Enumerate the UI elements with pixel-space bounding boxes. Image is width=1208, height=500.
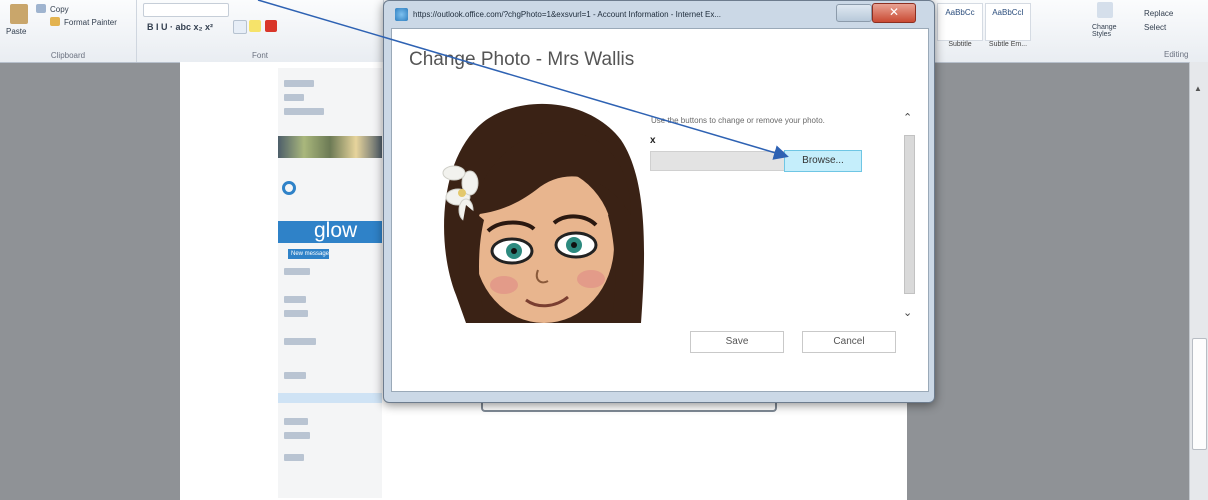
annotation-arrow-overlay — [257, 0, 789, 160]
pointer-arrow-icon — [257, 0, 789, 160]
